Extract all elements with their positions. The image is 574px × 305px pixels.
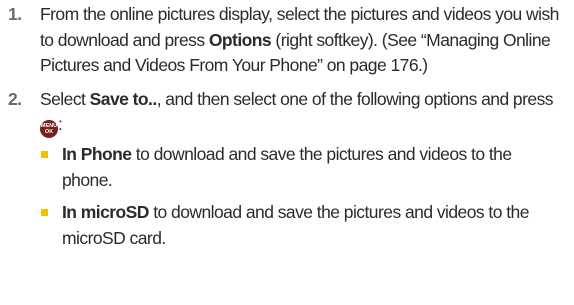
step-text-part: :: [58, 114, 63, 134]
step-text: From the online pictures display, select…: [40, 2, 565, 79]
menu-ok-key-icon: MENU OK: [40, 120, 58, 138]
step-text-part: , and then select one of the following o…: [156, 88, 554, 109]
list-item: In Phone to download and save the pictur…: [40, 142, 565, 193]
save-to-label: Save to..: [89, 88, 158, 109]
options-softkey-label: Options: [208, 29, 272, 50]
list-item: In microSD to download and save the pict…: [40, 200, 565, 251]
step-number: 1.: [8, 4, 22, 24]
step-1: 1. From the online pictures display, sel…: [0, 2, 574, 79]
step-number: 2.: [8, 88, 22, 109]
manual-page: 1. From the online pictures display, sel…: [0, 0, 574, 305]
option-list: In Phone to download and save the pictur…: [40, 142, 565, 251]
option-name: In Phone: [62, 144, 132, 164]
square-bullet-icon: [41, 209, 48, 216]
square-bullet-icon: [41, 151, 48, 158]
menu-key-bottom: OK: [44, 129, 54, 135]
step-text-part: Select: [40, 88, 90, 109]
step-text: Select Save to.., and then select one of…: [40, 87, 565, 259]
option-name: In microSD: [62, 202, 149, 222]
step-2: 2. Select Save to.., and then select one…: [0, 87, 574, 259]
